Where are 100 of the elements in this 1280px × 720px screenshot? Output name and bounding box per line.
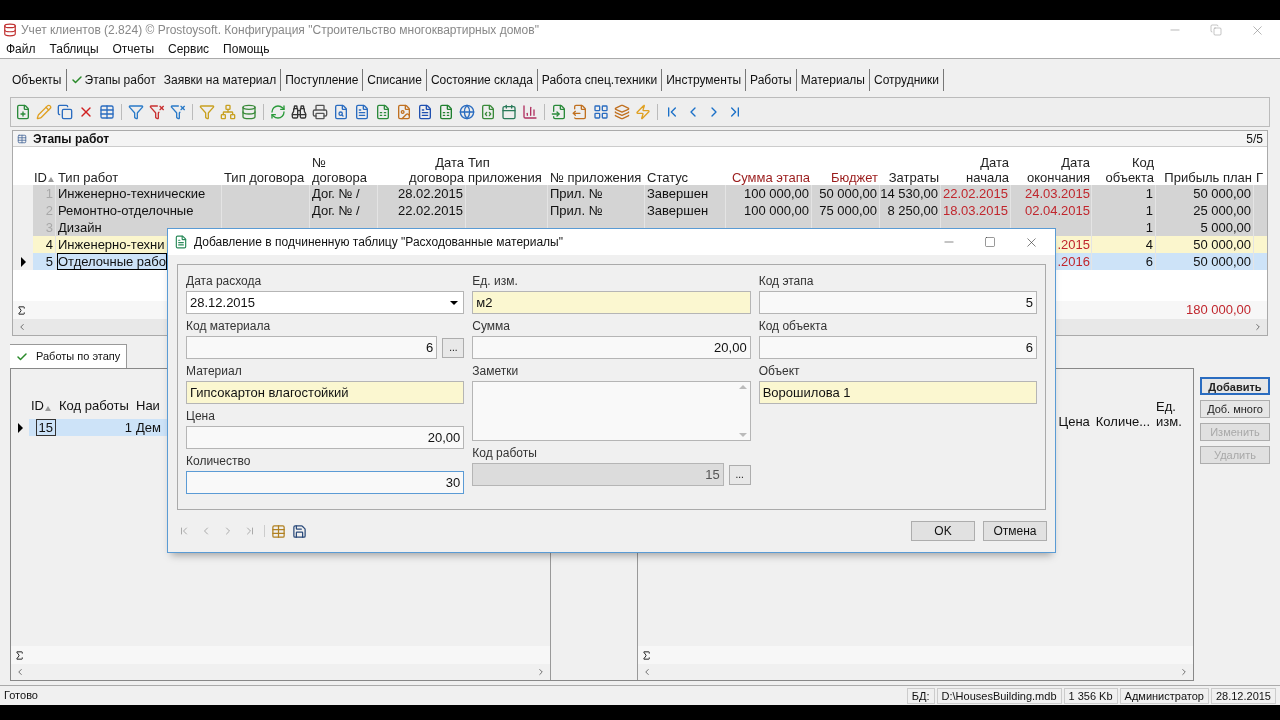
tab[interactable]: Работа спец.техники	[537, 69, 663, 91]
column-header[interactable]: ID	[31, 395, 44, 415]
input-field[interactable]: 6	[186, 336, 438, 359]
column-header[interactable]: Тип работ	[58, 170, 119, 185]
menu-item[interactable]: Файл	[6, 40, 36, 58]
tab[interactable]: Сотрудники	[870, 69, 944, 91]
lightning-icon[interactable]	[635, 104, 651, 120]
row-header[interactable]	[13, 253, 33, 270]
input-field[interactable]: Гипсокартон влагостойкий	[186, 381, 465, 404]
column-header[interactable]: № приложения	[550, 170, 642, 185]
tab[interactable]: Заявки на материал	[159, 69, 282, 91]
save-icon[interactable]	[292, 523, 307, 539]
document-icon[interactable]	[417, 104, 433, 120]
add-record-icon[interactable]	[15, 104, 31, 120]
menu-item[interactable]: Сервис	[168, 40, 210, 58]
scroll-right-icon[interactable]	[1253, 322, 1263, 332]
tab[interactable]: Объекты	[8, 69, 67, 91]
tab[interactable]: Работы	[746, 69, 797, 91]
edit-icon[interactable]	[36, 104, 52, 120]
database-icon[interactable]	[241, 104, 257, 120]
menu-item[interactable]: Помощь	[223, 40, 270, 58]
column-header[interactable]: Код объекта	[1094, 155, 1154, 185]
binoculars-icon[interactable]	[291, 104, 307, 120]
export-icon[interactable]	[572, 104, 588, 120]
action-button[interactable]: Добавить	[1200, 377, 1270, 395]
tab[interactable]: Работы по этапу	[10, 344, 128, 368]
input-field[interactable]: м2	[472, 291, 751, 314]
spreadsheet-icon[interactable]	[375, 104, 391, 120]
column-header[interactable]: ID	[34, 170, 47, 185]
scroll-left-icon[interactable]	[642, 667, 652, 677]
column-header[interactable]: Прибыль план	[1164, 170, 1252, 185]
notes-field[interactable]	[472, 381, 751, 441]
first-record-icon[interactable]	[178, 525, 190, 537]
chart-icon[interactable]	[522, 104, 538, 120]
table-cell: Ремонтно-отделочные	[58, 203, 194, 218]
tab[interactable]: Состояние склада	[426, 69, 538, 91]
scroll-up-icon[interactable]	[738, 385, 747, 389]
column-header[interactable]: Ед. изм.	[1156, 399, 1184, 429]
column-header[interactable]: Дата начала	[943, 155, 1009, 185]
date-dropdown[interactable]: 28.12.2015	[186, 291, 465, 314]
globe-icon[interactable]	[459, 104, 475, 120]
filter-icon[interactable]	[199, 104, 215, 120]
maximize-icon[interactable]	[984, 236, 996, 248]
scroll-left-icon[interactable]	[15, 667, 25, 677]
scroll-right-icon[interactable]	[1179, 667, 1189, 677]
table-icon[interactable]	[271, 523, 286, 539]
layers-icon[interactable]	[614, 104, 630, 120]
column-header[interactable]: Г	[1256, 170, 1264, 185]
tab[interactable]: Поступление	[281, 69, 364, 91]
action-button[interactable]: Доб. много	[1200, 400, 1270, 418]
input-field[interactable]: 20,00	[186, 426, 465, 449]
column-header[interactable]: Наи	[136, 395, 160, 415]
table-icon[interactable]	[99, 104, 115, 120]
column-header[interactable]: Цена	[1058, 414, 1090, 429]
print-icon[interactable]	[312, 104, 328, 120]
menu-item[interactable]: Таблицы	[49, 40, 99, 58]
scroll-right-icon[interactable]	[536, 667, 546, 677]
tab[interactable]: Этапы работ	[66, 69, 160, 91]
input-field[interactable]: 6	[758, 336, 1037, 359]
column-header[interactable]: Бюджет	[830, 170, 878, 185]
column-header[interactable]: Дата окончания	[1013, 155, 1090, 185]
tab[interactable]: Материалы	[796, 69, 870, 91]
filter-remove-icon[interactable]	[170, 104, 186, 120]
column-header[interactable]: № договора	[312, 155, 376, 185]
column-header[interactable]: Сумма этапа	[731, 170, 810, 185]
input-field[interactable]: Ворошилова 1	[758, 381, 1037, 404]
input-field[interactable]: 5	[758, 291, 1037, 314]
filter-icon[interactable]	[128, 104, 144, 120]
grid-icon[interactable]	[593, 104, 609, 120]
refresh-icon[interactable]	[270, 104, 286, 120]
code-file-icon[interactable]	[480, 104, 496, 120]
column-header[interactable]: Тип приложения	[468, 155, 546, 185]
tree-icon[interactable]	[220, 104, 236, 120]
dialog-button[interactable]: Отмена	[983, 521, 1047, 541]
copy-icon[interactable]	[57, 104, 73, 120]
scroll-left-icon[interactable]	[17, 322, 27, 332]
tab[interactable]: Списание	[363, 69, 427, 91]
menu-item[interactable]: Отчеты	[112, 40, 154, 58]
column-header[interactable]: Количе...	[1095, 414, 1150, 429]
table-cell: 14 530,00	[880, 186, 938, 201]
last-record-icon[interactable]	[244, 525, 256, 537]
import-icon[interactable]	[551, 104, 567, 120]
column-header[interactable]: Код работы	[59, 395, 129, 415]
image-file-icon[interactable]	[396, 104, 412, 120]
column-header[interactable]: Статус	[647, 170, 689, 185]
scroll-down-icon[interactable]	[738, 433, 747, 437]
column-header[interactable]: Дата договора	[380, 155, 464, 185]
document-icon[interactable]	[354, 104, 370, 120]
browse-button[interactable]: ...	[442, 338, 465, 358]
preview-icon[interactable]	[333, 104, 349, 120]
column-header[interactable]: Затраты	[888, 170, 939, 185]
filter-clear-icon[interactable]	[149, 104, 165, 120]
input-field[interactable]: 30	[186, 471, 465, 494]
calendar-icon[interactable]	[501, 104, 517, 120]
dialog-button[interactable]: OK	[911, 521, 975, 541]
spreadsheet-icon[interactable]	[438, 104, 454, 120]
column-header[interactable]: Тип договора	[224, 170, 305, 185]
input-field[interactable]: 20,00	[472, 336, 751, 359]
tab[interactable]: Инструменты	[662, 69, 747, 91]
table-cell: 15	[36, 420, 55, 435]
